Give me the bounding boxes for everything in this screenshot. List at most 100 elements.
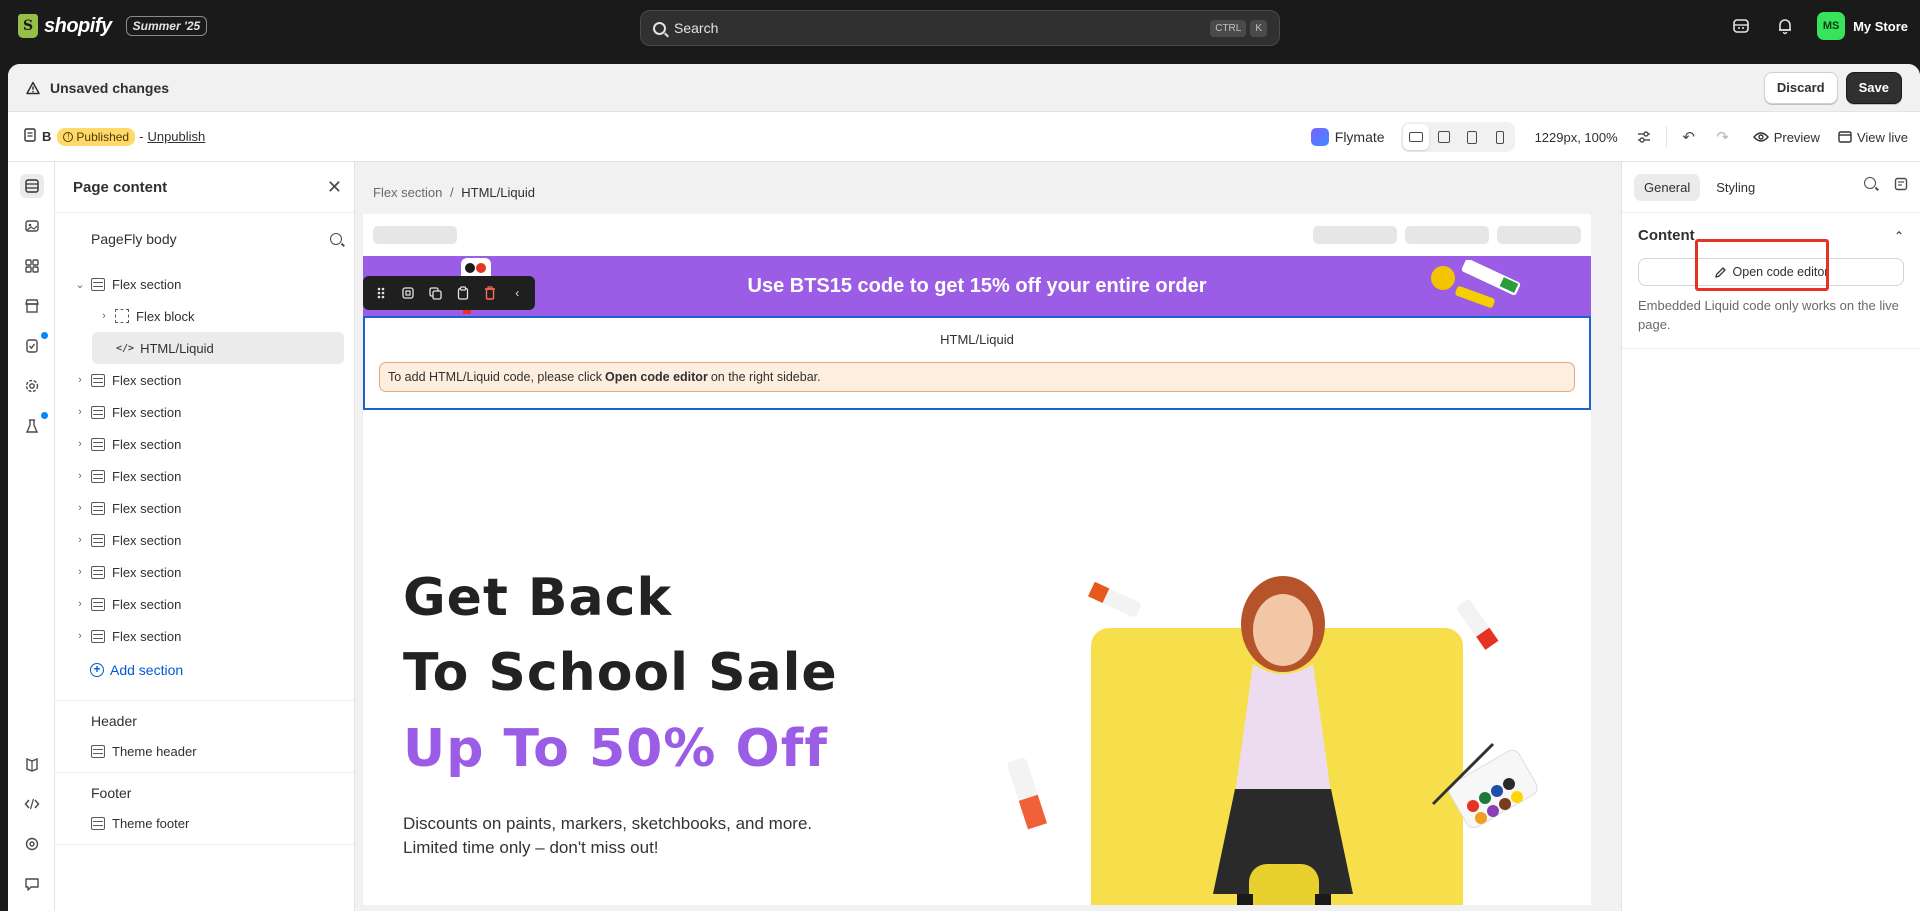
section-icon	[91, 469, 105, 483]
tree-item-flex-section-expanded[interactable]: ⌄ Flex section	[55, 268, 354, 300]
tree-item-flex-section[interactable]: › Flex section	[55, 396, 354, 428]
settings-sliders-icon[interactable]	[1632, 125, 1656, 149]
chevron-right-icon[interactable]: ›	[73, 566, 87, 578]
save-as-template-icon[interactable]	[396, 281, 419, 305]
chevron-right-icon[interactable]: ›	[73, 374, 87, 386]
html-block-title: HTML/Liquid	[940, 332, 1014, 347]
tree-item-label: Flex section	[112, 372, 182, 388]
checklist-icon[interactable]	[20, 332, 48, 358]
global-search[interactable]: Search CTRL K	[640, 10, 1280, 46]
tree-item-flex-section[interactable]: › Flex section	[55, 428, 354, 460]
tab-general[interactable]: General	[1634, 173, 1701, 201]
tablet-view-icon[interactable]	[1459, 124, 1485, 150]
section-icon	[91, 565, 105, 579]
chevron-right-icon[interactable]: ›	[73, 534, 87, 546]
elements-grid-icon[interactable]	[20, 254, 44, 278]
tree-item-label: Flex section	[112, 436, 182, 452]
header-skeleton	[363, 214, 1591, 256]
tree-item-html-liquid[interactable]: </> HTML/Liquid	[92, 332, 344, 364]
tree-item-flex-section[interactable]: › Flex section	[55, 364, 354, 396]
close-icon[interactable]: ✕	[327, 177, 342, 198]
theme-footer-item[interactable]: Theme footer	[55, 808, 354, 838]
panel-header: Page content ✕	[55, 162, 354, 212]
tree-item-flex-section[interactable]: › Flex section	[55, 556, 354, 588]
chat-icon[interactable]	[20, 872, 44, 896]
open-code-editor-button[interactable]: Open code editor	[1638, 258, 1904, 286]
shopify-logo[interactable]: shopify Summer '25	[18, 14, 208, 38]
breadcrumb-parent[interactable]: Flex section	[373, 185, 442, 200]
flymate-label: Flymate	[1334, 129, 1385, 145]
theme-footer-label: Theme footer	[112, 815, 190, 831]
notification-bell-icon[interactable]	[1773, 14, 1797, 38]
chevron-up-icon[interactable]: ⌃	[1894, 229, 1904, 243]
store-icon[interactable]	[20, 294, 44, 318]
undo-icon[interactable]: ↶	[1677, 125, 1701, 149]
pagefly-body-row[interactable]: PageFly body	[55, 212, 354, 264]
sidekick-icon[interactable]	[1729, 14, 1753, 38]
page-name[interactable]: B	[42, 129, 51, 144]
chevron-right-icon[interactable]: ›	[97, 310, 111, 322]
redo-icon[interactable]: ↷	[1711, 125, 1735, 149]
image-library-icon[interactable]	[20, 214, 44, 238]
view-live-button[interactable]: View live	[1838, 130, 1908, 145]
help-book-icon[interactable]	[20, 752, 44, 776]
layers-icon[interactable]	[20, 174, 44, 198]
content-section-header[interactable]: Content ⌃	[1638, 227, 1904, 244]
search-icon[interactable]	[330, 232, 342, 245]
tree-item-flex-section[interactable]: › Flex section	[55, 620, 354, 652]
store-avatar[interactable]: MS	[1817, 12, 1846, 40]
chevron-right-icon[interactable]: ›	[73, 598, 87, 610]
settings-gear-icon[interactable]	[20, 374, 44, 398]
tree-item-label: Flex section	[112, 532, 182, 548]
preview-button[interactable]: Preview	[1752, 130, 1820, 145]
save-button[interactable]: Save	[1845, 71, 1902, 104]
chevron-left-icon[interactable]: ‹	[506, 281, 529, 305]
flymate-button[interactable]: Flymate	[1310, 128, 1385, 146]
desktop-view-icon[interactable]	[1402, 124, 1429, 150]
drag-handle-icon[interactable]	[369, 281, 392, 305]
section-icon	[91, 277, 105, 291]
promo-banner[interactable]: Use BTS15 code to get 15% off your entir…	[363, 256, 1591, 316]
tree-item-flex-block[interactable]: › Flex block	[55, 300, 354, 332]
chevron-right-icon[interactable]: ›	[73, 438, 87, 450]
chevron-right-icon[interactable]: ›	[73, 406, 87, 418]
tree-item-flex-section[interactable]: › Flex section	[55, 588, 354, 620]
notes-icon[interactable]	[1894, 177, 1908, 191]
shortcut-ctrl: CTRL	[1210, 19, 1247, 37]
mobile-view-icon[interactable]	[1487, 124, 1513, 150]
duplicate-icon[interactable]	[424, 281, 447, 305]
store-name[interactable]: My Store	[1853, 19, 1908, 34]
laptop-view-icon[interactable]	[1431, 124, 1457, 150]
plus-circle-icon: +	[90, 663, 104, 677]
unpublish-link[interactable]: Unpublish	[147, 129, 205, 144]
tree-item-flex-section[interactable]: › Flex section	[55, 524, 354, 556]
section-icon	[91, 597, 105, 611]
skeleton-logo	[373, 226, 457, 244]
search-icon	[653, 21, 666, 35]
delete-icon[interactable]	[478, 281, 501, 305]
add-section-button[interactable]: + Add section	[55, 652, 354, 688]
chevron-down-icon[interactable]: ⌄	[73, 278, 87, 291]
code-icon[interactable]	[20, 792, 44, 816]
theme-header-item[interactable]: Theme header	[55, 736, 354, 766]
experiment-flask-icon[interactable]	[20, 412, 48, 438]
chevron-right-icon[interactable]: ›	[73, 502, 87, 514]
paint-tube-image	[1088, 582, 1141, 617]
paint-tube-image	[1007, 757, 1048, 830]
tree-item-flex-section[interactable]: › Flex section	[55, 492, 354, 524]
hero-heading-line2: To School Sale	[403, 643, 838, 703]
tab-styling[interactable]: Styling	[1706, 174, 1765, 201]
support-icon[interactable]	[20, 832, 44, 856]
clipboard-icon[interactable]	[451, 281, 474, 305]
top-right-icons: MS My Store	[1729, 12, 1908, 40]
skeleton-nav	[1405, 226, 1489, 244]
html-liquid-block[interactable]: HTML/Liquid To add HTML/Liquid code, ple…	[363, 316, 1591, 410]
tree-item-flex-section[interactable]: › Flex section	[55, 460, 354, 492]
viewport-readout[interactable]: 1229px, 100%	[1535, 130, 1618, 145]
discard-button[interactable]: Discard	[1763, 71, 1838, 104]
chevron-right-icon[interactable]: ›	[73, 630, 87, 642]
chevron-right-icon[interactable]: ›	[73, 470, 87, 482]
search-icon[interactable]	[1864, 177, 1876, 189]
footer-group-title: Footer	[55, 772, 354, 808]
breadcrumb-current: HTML/Liquid	[461, 185, 535, 200]
